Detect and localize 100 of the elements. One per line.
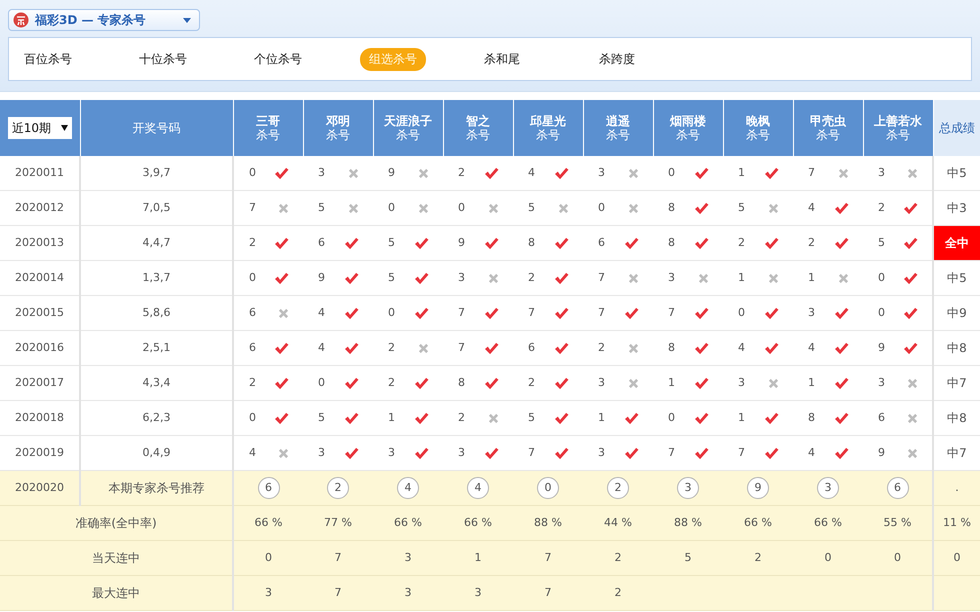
total-result: 中3 xyxy=(947,201,967,215)
kill-number: 9 xyxy=(458,236,465,250)
tab[interactable]: 百位杀号 xyxy=(15,48,81,70)
stat-value: 44 % xyxy=(604,516,632,529)
kill-number: 3 xyxy=(318,166,325,180)
column-subheader: 杀号 xyxy=(326,128,350,142)
stat-value: 66 % xyxy=(744,516,772,529)
stat-value: 0 xyxy=(265,551,272,564)
kill-number: 5 xyxy=(318,201,325,215)
kill-number: 5 xyxy=(878,236,885,250)
kill-number: 9 xyxy=(878,446,885,460)
kill-number: 3 xyxy=(598,446,605,460)
kill-number: 3 xyxy=(738,376,745,390)
stat-value: 66 % xyxy=(814,516,842,529)
stat-value: 0 xyxy=(894,551,901,564)
expert-name: 智之 xyxy=(465,114,491,128)
kill-number: 6 xyxy=(249,306,256,320)
kill-number: 8 xyxy=(668,201,675,215)
lottery-dropdown[interactable]: 福彩3D — 专家杀号 xyxy=(8,9,200,31)
kill-number: 8 xyxy=(528,236,535,250)
kill-number: 2 xyxy=(249,376,256,390)
row-label: 最大连中 xyxy=(92,586,140,600)
logo-icon xyxy=(13,12,29,28)
column-subheader: 杀号 xyxy=(256,128,280,142)
expert-name: 天涯浪子 xyxy=(383,114,433,128)
kill-number: 0 xyxy=(878,271,885,285)
kill-number: 4 xyxy=(528,166,535,180)
kill-number: 8 xyxy=(808,411,815,425)
expert-name: 三哥 xyxy=(255,114,281,128)
kill-number: 4 xyxy=(808,201,815,215)
kill-number: 9 xyxy=(878,341,885,355)
kill-number: 3 xyxy=(598,166,605,180)
stat-value: 5 xyxy=(684,551,692,564)
row-label: 准确率(全中率) xyxy=(75,516,157,530)
stat-value: 7 xyxy=(334,586,342,599)
draw-number: 1,3,7 xyxy=(142,271,170,284)
kill-number: 2 xyxy=(598,341,605,355)
kill-number: 4 xyxy=(249,446,256,460)
stat-value: 66 % xyxy=(464,516,492,529)
tab[interactable]: 杀和尾 xyxy=(475,48,529,70)
kill-number: 0 xyxy=(388,201,395,215)
kill-number: 7 xyxy=(249,201,256,215)
kill-number: 1 xyxy=(668,376,675,390)
number-ball: 3 xyxy=(677,477,699,499)
column-header: 总成绩 xyxy=(938,121,975,135)
kill-number: 3 xyxy=(318,446,325,460)
kill-number: 5 xyxy=(528,411,535,425)
kill-number: 3 xyxy=(808,306,815,320)
stat-value: 3 xyxy=(404,586,412,599)
kill-number: 2 xyxy=(388,376,395,390)
tab[interactable]: 个位杀号 xyxy=(245,48,311,70)
kill-number: 7 xyxy=(598,271,605,285)
period-cell: 2020017 xyxy=(15,376,64,389)
draw-number: 4,4,7 xyxy=(142,236,170,249)
kill-number: 3 xyxy=(388,446,395,460)
kill-number: 0 xyxy=(598,201,605,215)
column-subheader: 杀号 xyxy=(676,128,700,142)
period-cell: 2020011 xyxy=(15,166,64,179)
kill-number: 0 xyxy=(318,376,325,390)
stat-value: 77 % xyxy=(324,516,352,529)
stat-value: 55 % xyxy=(884,516,912,529)
kill-number: 4 xyxy=(738,341,745,355)
caret-icon xyxy=(60,125,68,131)
kill-number: 5 xyxy=(318,411,325,425)
stat-value: 88 % xyxy=(534,516,562,529)
kill-number: 0 xyxy=(668,411,675,425)
period-cell: 2020018 xyxy=(15,411,64,424)
kill-number: 2 xyxy=(458,166,465,180)
kill-number: 8 xyxy=(458,376,465,390)
kill-number: 9 xyxy=(318,271,325,285)
kill-number: 6 xyxy=(528,341,535,355)
draw-number: 0,4,9 xyxy=(142,446,170,459)
period-cell: 2020013 xyxy=(15,236,64,249)
kill-number: 7 xyxy=(458,306,465,320)
stat-value: 2 xyxy=(754,551,762,564)
stat-value: 0 xyxy=(824,551,832,564)
tab[interactable]: 十位杀号 xyxy=(130,48,196,70)
column-subheader: 杀号 xyxy=(816,128,840,142)
period-select[interactable]: 近10期 xyxy=(8,117,72,139)
tab[interactable]: 杀跨度 xyxy=(590,48,644,70)
number-ball: 0 xyxy=(537,477,559,499)
column-subheader: 杀号 xyxy=(536,128,560,142)
column-subheader: 杀号 xyxy=(886,128,910,142)
kill-number: 4 xyxy=(318,341,325,355)
draw-number: 6,2,3 xyxy=(142,411,170,424)
kill-number: 6 xyxy=(249,341,256,355)
total-result: 中8 xyxy=(947,411,967,425)
draw-number: 5,8,6 xyxy=(142,306,170,319)
kill-number: 1 xyxy=(738,166,745,180)
total-result: 中8 xyxy=(947,341,967,355)
expert-name: 邓明 xyxy=(324,114,351,128)
kill-number: 6 xyxy=(878,411,885,425)
number-ball: 4 xyxy=(397,477,419,499)
kill-number: 0 xyxy=(668,166,675,180)
number-ball: 2 xyxy=(607,477,629,499)
expert-name: 逍遥 xyxy=(605,114,631,128)
draw-number: 3,9,7 xyxy=(142,166,170,179)
kill-number: 3 xyxy=(878,376,885,390)
kill-number: 7 xyxy=(668,306,675,320)
column-subheader: 杀号 xyxy=(746,128,770,142)
